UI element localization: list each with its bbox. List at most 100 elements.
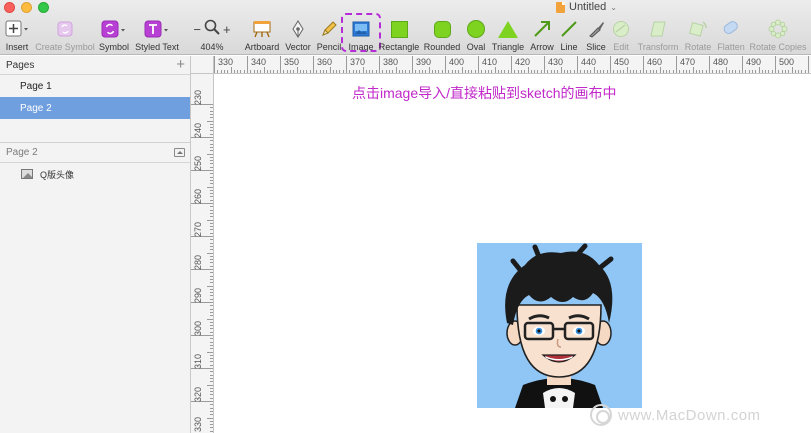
- edit-icon: [612, 19, 630, 39]
- ruler-tick-label: 350: [284, 57, 300, 67]
- rotate-button[interactable]: Rotate: [684, 17, 712, 53]
- collapse-layers-icon[interactable]: [174, 148, 185, 157]
- page-item-page-2[interactable]: Page 2: [0, 97, 190, 119]
- layers-header: Page 2: [0, 143, 190, 163]
- pencil-label: Pencil: [316, 42, 342, 52]
- cartoon-avatar-illustration: [477, 243, 642, 408]
- arrow-icon: [533, 19, 551, 39]
- zoom-window-button[interactable]: [38, 2, 49, 13]
- flatten-icon: [721, 19, 741, 39]
- layer-item-label: Q版头像: [40, 169, 75, 180]
- artboard-button[interactable]: Artboard: [242, 17, 282, 53]
- horizontal-ruler[interactable]: 330 340 350 360 370 380 390 400 410 420 …: [214, 56, 811, 74]
- styled-text-button[interactable]: Styled Text: [134, 17, 180, 53]
- toolbar: Untitled ⌄ Insert Create Symbol Symbol S…: [0, 0, 811, 55]
- layer-item[interactable]: Q版头像: [0, 163, 190, 185]
- styled-text-label: Styled Text: [135, 42, 179, 52]
- ruler-tick-label: 270: [193, 221, 203, 237]
- ruler-tick-label: 410: [482, 57, 498, 67]
- flatten-label: Flatten: [717, 42, 745, 52]
- vector-label: Vector: [285, 42, 311, 52]
- ruler-tick-label: 480: [713, 57, 729, 67]
- zoom-control: − + 404%: [188, 17, 236, 53]
- rotate-copies-icon: [768, 19, 788, 39]
- pages-header: Pages +: [0, 56, 190, 75]
- artboard-label: Artboard: [244, 42, 280, 52]
- ruler-tick-label: 470: [680, 57, 696, 67]
- avatar-image-layer[interactable]: [477, 243, 642, 408]
- create-symbol-label: Create Symbol: [35, 42, 95, 52]
- oval-label: Oval: [466, 42, 486, 52]
- chevron-down-icon: ⌄: [610, 2, 617, 12]
- edit-label: Edit: [613, 42, 629, 52]
- ruler-tick-label: 300: [193, 320, 203, 336]
- line-label: Line: [560, 42, 578, 52]
- slice-button[interactable]: Slice: [584, 17, 608, 53]
- zoom-level: 404%: [200, 42, 224, 52]
- oval-icon: [467, 19, 485, 39]
- zoom-row: − +: [193, 19, 231, 39]
- ruler-tick-label: 310: [193, 353, 203, 369]
- rotate-label: Rotate: [684, 42, 712, 52]
- rounded-button[interactable]: Rounded: [424, 17, 460, 53]
- vector-button[interactable]: Vector: [283, 17, 313, 53]
- edit-button[interactable]: Edit: [610, 17, 632, 53]
- pages-header-title: Pages: [6, 59, 35, 71]
- close-window-button[interactable]: [4, 2, 15, 13]
- ruler-tick-label: 420: [515, 57, 531, 67]
- flatten-button[interactable]: Flatten: [716, 17, 746, 53]
- rotate-icon: [688, 19, 708, 39]
- rounded-icon: [433, 19, 451, 39]
- pages-list-spacer: [0, 119, 190, 143]
- layers-header-title: Page 2: [6, 147, 38, 158]
- oval-button[interactable]: Oval: [464, 17, 488, 53]
- ruler-tick-label: 330: [218, 57, 234, 67]
- ruler-tick-label: 320: [193, 386, 203, 402]
- ruler-tick-label: 490: [746, 57, 762, 67]
- page-item-label: Page 2: [20, 102, 52, 114]
- vertical-ruler[interactable]: 230 240 250 260 270 280 290 300 310 320 …: [191, 74, 214, 433]
- slice-knife-icon: [587, 19, 605, 39]
- triangle-button[interactable]: Triangle: [491, 17, 525, 53]
- artboard-icon: [252, 19, 272, 39]
- symbol-button[interactable]: Symbol: [98, 17, 130, 53]
- image-tool-highlight: [341, 13, 381, 52]
- zoom-in-button[interactable]: +: [223, 22, 231, 37]
- rounded-shape: [433, 20, 451, 38]
- transform-icon: [649, 19, 667, 39]
- sidebar: Pages + Page 1 Page 2 Page 2 Q版头像: [0, 56, 191, 433]
- zoom-out-button[interactable]: −: [193, 22, 201, 37]
- insert-label: Insert: [5, 42, 29, 52]
- triangle-icon: [498, 19, 518, 39]
- ruler-tick-label: 330: [193, 416, 203, 432]
- image-layer-icon: [21, 169, 33, 179]
- ruler-tick-label: 230: [193, 89, 203, 105]
- arrow-button[interactable]: Arrow: [528, 17, 556, 53]
- create-symbol-button[interactable]: Create Symbol: [34, 17, 96, 53]
- rotate-copies-button[interactable]: Rotate Copies: [749, 17, 807, 53]
- ruler-corner: [191, 56, 214, 74]
- ruler-tick-label: 370: [350, 57, 366, 67]
- line-button[interactable]: Line: [559, 17, 579, 53]
- rectangle-button[interactable]: Rectangle: [378, 17, 420, 53]
- minimize-window-button[interactable]: [21, 2, 32, 13]
- triangle-label: Triangle: [491, 42, 525, 52]
- triangle-shape: [498, 20, 518, 38]
- ruler-tick-label: 360: [317, 57, 333, 67]
- vector-pen-icon: [289, 19, 307, 39]
- ruler-tick-label: 390: [416, 57, 432, 67]
- create-symbol-icon: [57, 19, 73, 39]
- transform-button[interactable]: Transform: [637, 17, 679, 53]
- page-item-label: Page 1: [20, 80, 52, 92]
- transform-label: Transform: [637, 42, 679, 52]
- canvas[interactable]: 点击image导入/直接粘贴到sketch的画布中: [215, 75, 811, 433]
- page-item-page-1[interactable]: Page 1: [0, 75, 190, 97]
- ruler-tick-label: 380: [383, 57, 399, 67]
- insert-button[interactable]: Insert: [3, 17, 31, 53]
- document-icon: [556, 1, 565, 13]
- add-page-button[interactable]: +: [176, 57, 185, 72]
- document-title[interactable]: Untitled ⌄: [556, 0, 617, 14]
- ruler-tick-label: 290: [193, 287, 203, 303]
- pencil-button[interactable]: Pencil: [316, 17, 342, 53]
- macdown-logo-icon: [590, 404, 612, 426]
